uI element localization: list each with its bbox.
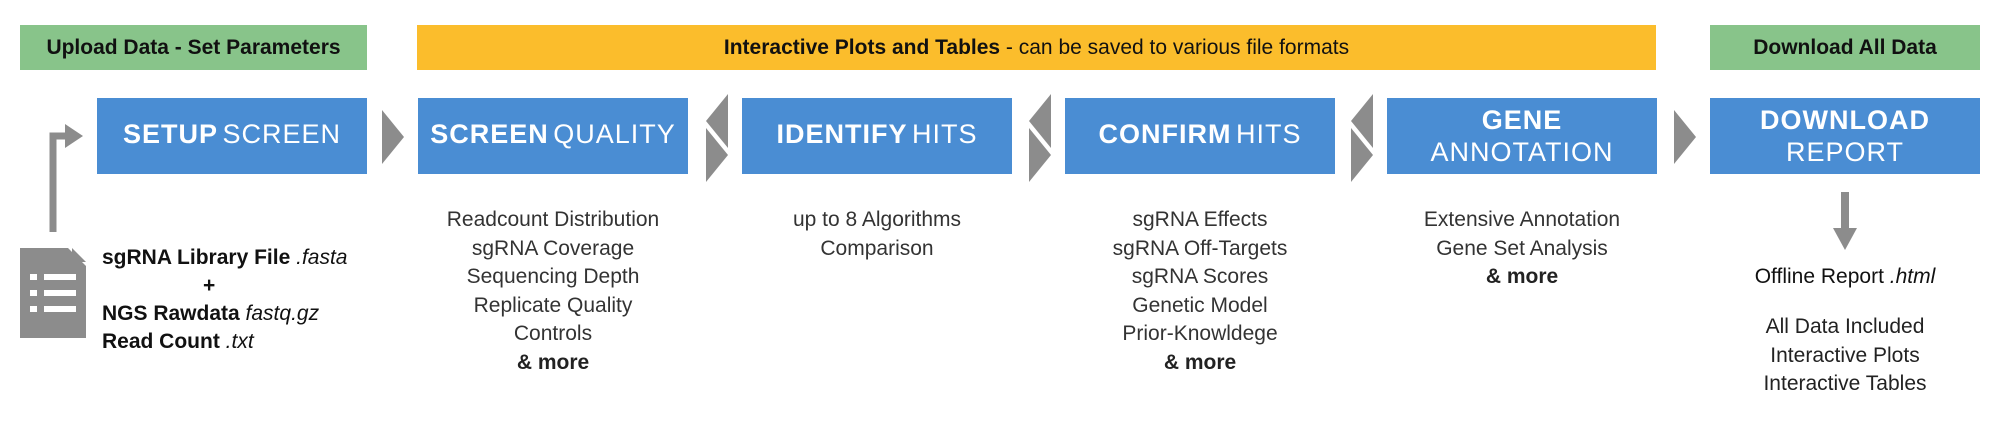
interactive-banner: Interactive Plots and Tables - can be sa… bbox=[417, 25, 1656, 70]
step-light-text: ANNOTATION bbox=[1430, 137, 1614, 167]
list-item: Prior-Knowldege bbox=[1122, 322, 1278, 345]
upload-banner: Upload Data - Set Parameters bbox=[20, 25, 367, 70]
download-banner: Download All Data bbox=[1710, 25, 1980, 70]
library-file-ext: .fasta bbox=[296, 246, 348, 269]
ngs-rawdata-label: NGS Rawdata bbox=[102, 302, 240, 325]
read-count-ext: .txt bbox=[225, 330, 254, 353]
list-item: up to 8 Algorithms bbox=[792, 208, 962, 231]
step-bold-text: SCREEN bbox=[430, 118, 549, 149]
right-arrow-icon bbox=[1674, 110, 1696, 164]
step-light-text: QUALITY bbox=[553, 118, 676, 149]
interactive-banner-title: Interactive Plots and Tables bbox=[723, 35, 1001, 59]
step-light-text: REPORT bbox=[1785, 137, 1905, 167]
confirm-hits-list: sgRNA Effects sgRNA Off-Targets sgRNA Sc… bbox=[1065, 206, 1335, 377]
document-icon bbox=[20, 248, 86, 338]
step-light-text: HITS bbox=[911, 118, 978, 149]
step-screen-quality: SCREEN QUALITY bbox=[418, 98, 688, 174]
list-item: All Data Included bbox=[1765, 315, 1925, 338]
list-item: Replicate Quality bbox=[473, 293, 633, 317]
offline-report-label: Offline Report bbox=[1754, 265, 1884, 288]
list-item: Genetic Model bbox=[1132, 293, 1268, 317]
read-count-label: Read Count bbox=[102, 330, 220, 353]
library-file-label: sgRNA Library File bbox=[102, 246, 291, 269]
offline-report: Offline Report .html bbox=[1710, 265, 1980, 289]
step-download-report: DOWNLOAD REPORT bbox=[1710, 98, 1980, 174]
gene-annotation-list: Extensive Annotation Gene Set Analysis &… bbox=[1387, 206, 1657, 292]
step-bold-text: SETUP bbox=[122, 118, 219, 149]
step-setup-screen: SETUP SCREEN bbox=[97, 98, 367, 174]
elbow-arrow-icon bbox=[49, 124, 83, 232]
list-item-more: & more bbox=[1163, 350, 1237, 374]
ngs-rawdata-ext: fastq.gz bbox=[245, 302, 320, 325]
step-identify-hits: IDENTIFY HITS bbox=[742, 98, 1012, 174]
plus-sign: + bbox=[203, 274, 216, 297]
list-item: sgRNA Effects bbox=[1132, 208, 1268, 231]
offline-report-ext: .html bbox=[1889, 265, 1936, 288]
identify-hits-list: up to 8 Algorithms Comparison bbox=[742, 206, 1012, 263]
double-arrow-icon bbox=[1351, 94, 1373, 182]
report-features-list: All Data Included Interactive Plots Inte… bbox=[1710, 313, 1980, 399]
list-item: Readcount Distribution bbox=[446, 208, 660, 231]
screen-quality-list: Readcount Distribution sgRNA Coverage Se… bbox=[418, 206, 688, 377]
double-arrow-icon bbox=[706, 94, 728, 182]
step-bold-text: DOWNLOAD bbox=[1760, 105, 1930, 135]
step-bold-text: GENE bbox=[1481, 105, 1563, 135]
list-item: Sequencing Depth bbox=[466, 265, 640, 288]
double-arrow-icon bbox=[1029, 94, 1051, 182]
step-confirm-hits: CONFIRM HITS bbox=[1065, 98, 1335, 174]
interactive-banner-subtitle: - can be saved to various file formats bbox=[1000, 35, 1350, 59]
list-item: sgRNA Scores bbox=[1131, 265, 1269, 288]
download-banner-label: Download All Data bbox=[1753, 35, 1937, 59]
list-item: Extensive Annotation bbox=[1423, 208, 1621, 231]
list-item-more: & more bbox=[1485, 265, 1559, 288]
list-item: Comparison bbox=[820, 236, 934, 260]
list-item: Gene Set Analysis bbox=[1436, 236, 1608, 260]
step-bold-text: IDENTIFY bbox=[776, 118, 908, 149]
list-item: Interactive Plots bbox=[1770, 343, 1920, 367]
list-item: sgRNA Off-Targets bbox=[1112, 236, 1288, 260]
upload-banner-label: Upload Data - Set Parameters bbox=[46, 35, 341, 59]
step-light-text: HITS bbox=[1235, 118, 1302, 149]
list-item: Controls bbox=[513, 322, 593, 345]
step-light-text: SCREEN bbox=[222, 118, 341, 149]
list-item: sgRNA Coverage bbox=[471, 236, 635, 260]
step-bold-text: CONFIRM bbox=[1098, 118, 1232, 149]
input-files: sgRNA Library File .fasta + NGS Rawdata … bbox=[102, 244, 347, 356]
list-item-more: & more bbox=[516, 350, 590, 374]
list-item: Interactive Tables bbox=[1763, 372, 1927, 395]
down-arrow-icon bbox=[1833, 192, 1857, 250]
step-gene-annotation: GENE ANNOTATION bbox=[1387, 98, 1657, 174]
right-arrow-icon bbox=[382, 110, 404, 164]
